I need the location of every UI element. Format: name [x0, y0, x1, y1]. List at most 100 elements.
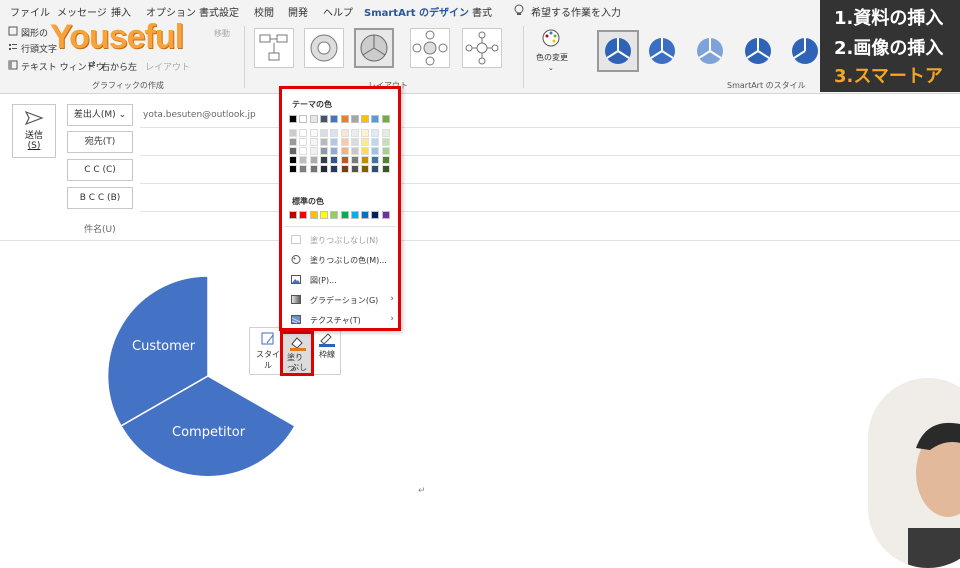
theme-color-swatch[interactable] — [289, 147, 297, 155]
layout-option-segmented-pie[interactable] — [354, 28, 394, 68]
to-button[interactable]: 宛先(T) — [67, 131, 133, 153]
theme-color-swatch[interactable] — [361, 147, 370, 155]
theme-color-swatch[interactable] — [319, 147, 328, 155]
send-button[interactable]: 送信 (S) — [12, 104, 56, 158]
standard-color-swatch[interactable] — [289, 211, 297, 219]
tab-insert[interactable]: 挿入 — [111, 4, 131, 19]
theme-color-swatch[interactable] — [319, 156, 328, 164]
theme-color-swatch[interactable] — [309, 165, 318, 173]
smartart-pie-diagram[interactable] — [100, 268, 305, 483]
theme-color-swatch[interactable] — [309, 115, 318, 123]
theme-color-swatch[interactable] — [340, 147, 349, 155]
outline-button[interactable]: 枠線 — [314, 331, 340, 373]
change-colors-button[interactable]: 色の変更 — [536, 52, 568, 63]
tab-message[interactable]: メッセージ — [57, 4, 107, 19]
theme-color-swatch[interactable] — [340, 156, 349, 164]
theme-color-swatch[interactable] — [381, 147, 390, 155]
standard-color-swatch[interactable] — [361, 211, 370, 219]
theme-color-swatch[interactable] — [361, 129, 370, 137]
tab-developer[interactable]: 開発 — [288, 4, 308, 19]
menu-item-picture[interactable]: 図(P)... — [284, 271, 396, 289]
theme-color-swatch[interactable] — [330, 156, 339, 164]
theme-color-swatch[interactable] — [371, 115, 380, 123]
theme-color-swatch[interactable] — [381, 156, 390, 164]
theme-color-swatch[interactable] — [381, 129, 390, 137]
menu-item-texture[interactable]: テクスチャ(T) › — [284, 311, 396, 329]
to-field-underline[interactable] — [140, 155, 960, 156]
theme-color-swatch[interactable] — [309, 156, 318, 164]
theme-color-swatch[interactable] — [319, 129, 328, 137]
cc-field-underline[interactable] — [140, 183, 960, 184]
from-button[interactable]: 差出人(M) ⌄ — [67, 104, 133, 126]
add-shape-button[interactable]: 図形の — [21, 26, 48, 39]
theme-color-swatch[interactable] — [319, 115, 328, 123]
layout-option-radial[interactable] — [410, 28, 450, 68]
menu-item-gradient[interactable]: グラデーション(G) › — [284, 291, 396, 309]
theme-color-swatch[interactable] — [350, 165, 359, 173]
theme-color-swatch[interactable] — [340, 165, 349, 173]
theme-color-swatch[interactable] — [340, 115, 349, 123]
menu-item-more-fill-colors[interactable]: 塗りつぶしの色(M)... — [284, 251, 396, 269]
bcc-button[interactable]: B C C (B) — [67, 187, 133, 209]
theme-color-swatch[interactable] — [330, 115, 339, 123]
standard-color-swatch[interactable] — [381, 211, 390, 219]
theme-color-swatch[interactable] — [371, 129, 380, 137]
theme-color-swatch[interactable] — [381, 165, 390, 173]
tell-me-search[interactable]: 希望する作業を入力 — [531, 4, 621, 19]
theme-color-swatch[interactable] — [319, 138, 328, 146]
theme-color-swatch[interactable] — [330, 165, 339, 173]
theme-color-swatch[interactable] — [299, 165, 308, 173]
theme-color-swatch[interactable] — [340, 138, 349, 146]
theme-color-swatch[interactable] — [299, 129, 308, 137]
bcc-field-underline[interactable] — [140, 211, 960, 212]
theme-color-swatch[interactable] — [381, 115, 390, 123]
tab-file[interactable]: ファイル — [10, 4, 50, 19]
right-to-left-button[interactable]: 右から左 — [101, 60, 137, 73]
standard-color-swatch[interactable] — [330, 211, 339, 219]
move-button[interactable]: 移動 — [214, 28, 230, 39]
theme-color-swatch[interactable] — [289, 156, 297, 164]
standard-color-swatch[interactable] — [309, 211, 318, 219]
theme-color-swatch[interactable] — [330, 129, 339, 137]
theme-color-swatch[interactable] — [350, 115, 359, 123]
tab-smartart-design[interactable]: SmartArt のデザイン — [364, 4, 470, 23]
theme-color-swatch[interactable] — [289, 115, 297, 123]
theme-color-swatch[interactable] — [330, 147, 339, 155]
theme-color-swatch[interactable] — [371, 138, 380, 146]
layout-option-process[interactable] — [254, 28, 294, 68]
smartart-style-4[interactable] — [737, 30, 779, 72]
style-button[interactable]: スタイル — [254, 331, 282, 373]
theme-color-swatch[interactable] — [289, 165, 297, 173]
cc-button[interactable]: C C (C) — [67, 159, 133, 181]
theme-color-swatch[interactable] — [289, 138, 297, 146]
standard-color-swatch[interactable] — [340, 211, 349, 219]
subject-field-underline[interactable] — [0, 240, 960, 241]
theme-color-swatch[interactable] — [381, 138, 390, 146]
theme-color-swatch[interactable] — [350, 138, 359, 146]
theme-color-swatch[interactable] — [340, 129, 349, 137]
theme-color-swatch[interactable] — [361, 156, 370, 164]
standard-color-swatch[interactable] — [299, 211, 308, 219]
theme-color-swatch[interactable] — [299, 138, 308, 146]
smartart-style-2[interactable] — [641, 30, 683, 72]
theme-color-swatch[interactable] — [350, 129, 359, 137]
theme-color-swatch[interactable] — [361, 165, 370, 173]
layout-option-cycle[interactable] — [304, 28, 344, 68]
theme-color-swatch[interactable] — [299, 156, 308, 164]
tab-review[interactable]: 校閲 — [254, 4, 274, 19]
theme-color-swatch[interactable] — [361, 138, 370, 146]
layout-option-radial-2[interactable] — [462, 28, 502, 68]
theme-color-swatch[interactable] — [371, 156, 380, 164]
theme-color-swatch[interactable] — [319, 165, 328, 173]
theme-color-swatch[interactable] — [299, 115, 308, 123]
theme-color-swatch[interactable] — [371, 165, 380, 173]
smartart-style-1[interactable] — [597, 30, 639, 72]
standard-color-swatch[interactable] — [319, 211, 328, 219]
standard-color-swatch[interactable] — [371, 211, 380, 219]
smartart-style-3[interactable] — [689, 30, 731, 72]
tab-options[interactable]: オプション — [146, 4, 196, 19]
tab-format[interactable]: 書式 — [472, 4, 492, 19]
theme-color-swatch[interactable] — [299, 147, 308, 155]
layout-dropdown[interactable]: レイアウト — [145, 60, 190, 73]
theme-color-swatch[interactable] — [309, 138, 318, 146]
